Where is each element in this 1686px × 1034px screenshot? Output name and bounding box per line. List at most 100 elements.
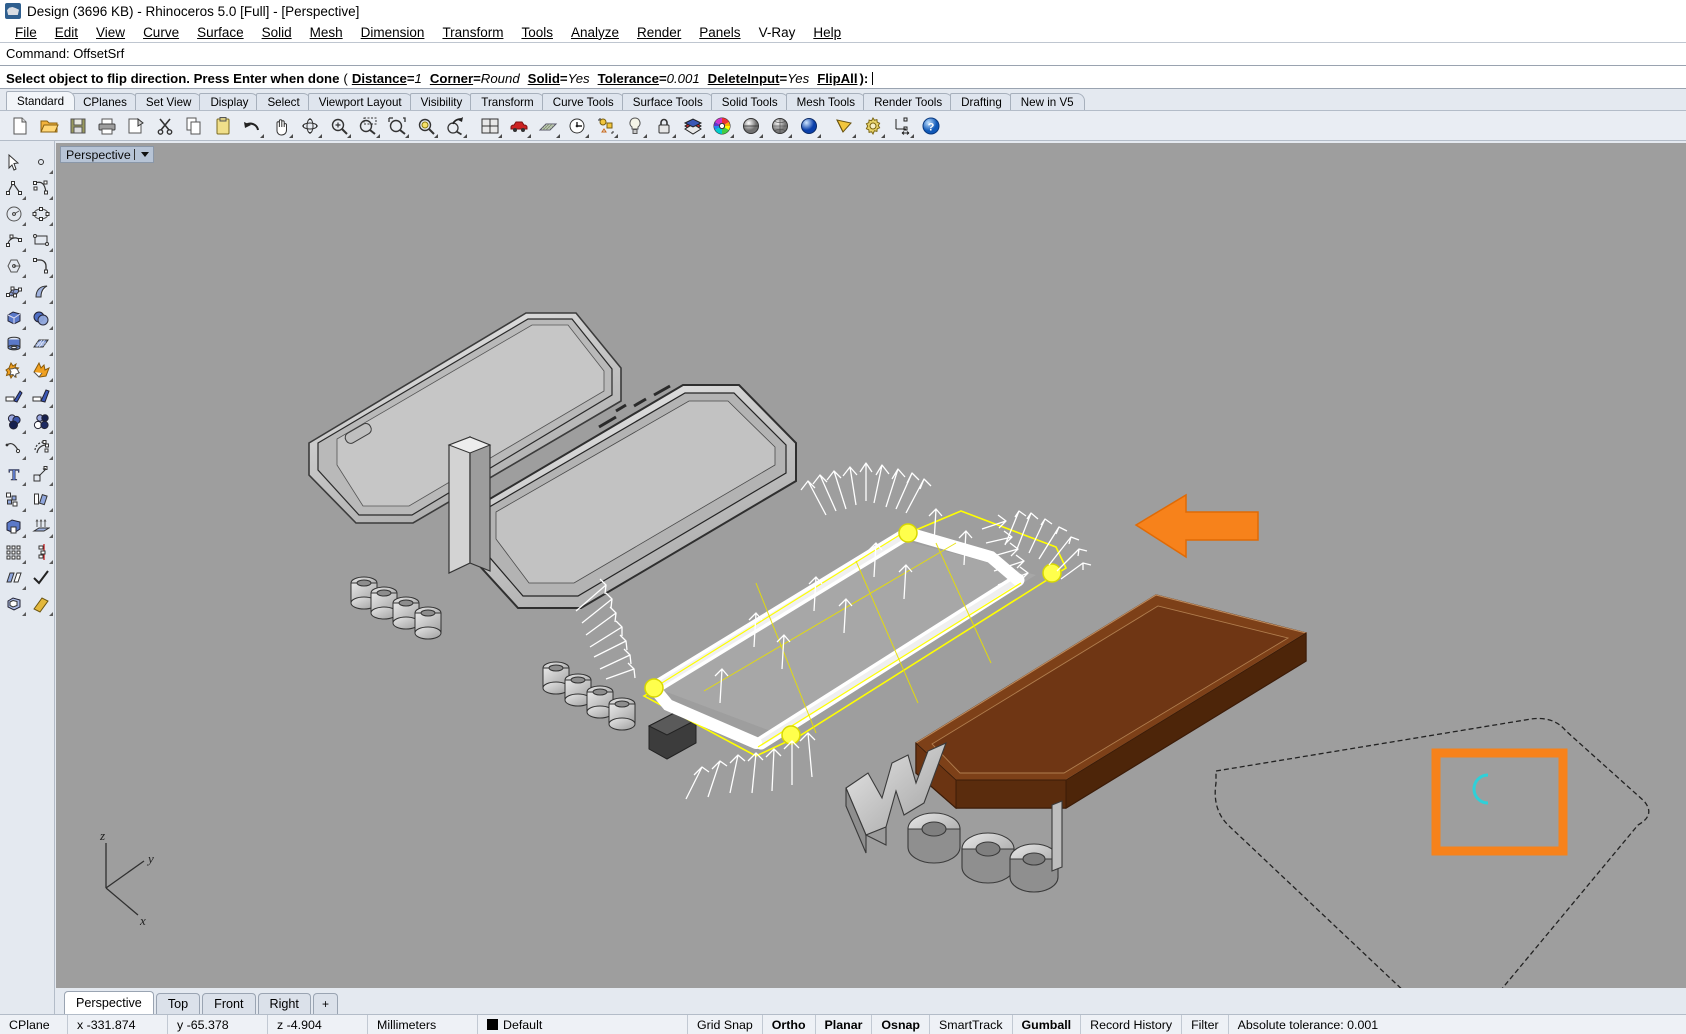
- rectangular-array-icon[interactable]: [0, 539, 27, 565]
- zoom-selected-icon[interactable]: [412, 113, 440, 139]
- status-toggle-filter[interactable]: Filter: [1182, 1014, 1229, 1034]
- perspective-viewport[interactable]: Perspective z y x: [56, 143, 1686, 988]
- trim-icon[interactable]: [0, 383, 27, 409]
- new-file-icon[interactable]: [6, 113, 34, 139]
- menu-dimension[interactable]: Dimension: [352, 24, 434, 41]
- color-wheel-icon[interactable]: [708, 113, 736, 139]
- polyline-icon[interactable]: [0, 175, 27, 201]
- sphere-gray-icon[interactable]: [737, 113, 765, 139]
- copy-pages-icon[interactable]: [180, 113, 208, 139]
- dimension-icon[interactable]: [888, 113, 916, 139]
- light-bulb-icon[interactable]: [621, 113, 649, 139]
- toolbar-tab-render-tools[interactable]: Render Tools: [863, 93, 954, 110]
- menu-view[interactable]: View: [87, 24, 134, 41]
- polygon-icon[interactable]: [0, 253, 27, 279]
- chevron-down-icon[interactable]: [140, 152, 149, 157]
- option-corner[interactable]: Corner=Round: [430, 71, 520, 86]
- toolbar-tab-visibility[interactable]: Visibility: [409, 93, 474, 110]
- status-layer[interactable]: Default: [478, 1014, 688, 1034]
- mesh-plane-icon[interactable]: [27, 331, 54, 357]
- toolbar-tab-set-view[interactable]: Set View: [134, 93, 203, 110]
- flow-along-surface-icon[interactable]: [0, 565, 27, 591]
- status-toggle-planar[interactable]: Planar: [816, 1014, 873, 1034]
- scissors-cut-icon[interactable]: [151, 113, 179, 139]
- option-deleteinput[interactable]: DeleteInput=Yes: [708, 71, 810, 86]
- zoom-extents-icon[interactable]: [383, 113, 411, 139]
- gear-options-icon[interactable]: [859, 113, 887, 139]
- fillet-curve-icon[interactable]: [27, 435, 54, 461]
- status-toggle-gumball[interactable]: Gumball: [1013, 1014, 1082, 1034]
- toolbar-tab-surface-tools[interactable]: Surface Tools: [621, 93, 714, 110]
- menu-tools[interactable]: Tools: [512, 24, 562, 41]
- status-units[interactable]: Millimeters: [368, 1014, 478, 1034]
- printer-icon[interactable]: [93, 113, 121, 139]
- scale-icon[interactable]: [27, 461, 54, 487]
- menu-solid[interactable]: Solid: [253, 24, 301, 41]
- cylinder-solid-icon[interactable]: [0, 331, 27, 357]
- undo-arrow-icon[interactable]: [238, 113, 266, 139]
- menu-analyze[interactable]: Analyze: [562, 24, 628, 41]
- red-car-icon[interactable]: [505, 113, 533, 139]
- menu-surface[interactable]: Surface: [188, 24, 253, 41]
- status-cplane[interactable]: CPlane: [0, 1014, 68, 1034]
- status-toggle-ortho[interactable]: Ortho: [763, 1014, 816, 1034]
- menu-transform[interactable]: Transform: [433, 24, 512, 41]
- menu-vray[interactable]: V-Ray: [750, 24, 805, 41]
- sphere-solid-icon[interactable]: [27, 305, 54, 331]
- toolbar-tab-transform[interactable]: Transform: [470, 93, 545, 110]
- toolbar-tab-select[interactable]: Select: [256, 93, 311, 110]
- zoom-dynamic-icon[interactable]: [441, 113, 469, 139]
- pan-hand-icon[interactable]: [267, 113, 295, 139]
- shell-solid-icon[interactable]: [0, 591, 27, 617]
- layers-icon[interactable]: [679, 113, 707, 139]
- toolbar-tab-drafting[interactable]: Drafting: [950, 93, 1013, 110]
- checkmark-ok-icon[interactable]: [27, 565, 54, 591]
- sphere-mesh-icon[interactable]: [766, 113, 794, 139]
- boolean-union-icon[interactable]: [0, 357, 27, 383]
- box-solid-icon[interactable]: [0, 305, 27, 331]
- viewport-label-perspective[interactable]: Perspective: [60, 146, 154, 163]
- open-folder-icon[interactable]: [35, 113, 63, 139]
- option-flipall[interactable]: FlipAll: [817, 71, 857, 86]
- toolbar-tab-display[interactable]: Display: [199, 93, 260, 110]
- wedge-icon[interactable]: [27, 591, 54, 617]
- explode-icon[interactable]: [27, 357, 54, 383]
- offset-curve-icon[interactable]: [0, 435, 27, 461]
- viewport-tab-right[interactable]: Right: [257, 993, 311, 1014]
- menu-panels[interactable]: Panels: [690, 24, 749, 41]
- ellipse-icon[interactable]: [27, 201, 54, 227]
- viewport-tab-perspective[interactable]: Perspective: [64, 991, 154, 1014]
- viewport-tab-top[interactable]: Top: [155, 993, 201, 1014]
- four-viewport-layout-icon[interactable]: [476, 113, 504, 139]
- toolbar-tab-solid-tools[interactable]: Solid Tools: [710, 93, 789, 110]
- status-toggle-grid-snap[interactable]: Grid Snap: [688, 1014, 763, 1034]
- boolean-difference-icon[interactable]: [27, 409, 54, 435]
- status-toggle-record-history[interactable]: Record History: [1081, 1014, 1183, 1034]
- help-question-icon[interactable]: ?: [917, 113, 945, 139]
- menu-help[interactable]: Help: [804, 24, 850, 41]
- object-properties-icon[interactable]: [592, 113, 620, 139]
- grid-plane-icon[interactable]: [534, 113, 562, 139]
- control-point-curve-icon[interactable]: [27, 175, 54, 201]
- yellow-cone-icon[interactable]: [830, 113, 858, 139]
- status-toggle-smarttrack[interactable]: SmartTrack: [930, 1014, 1013, 1034]
- status-toggle-osnap[interactable]: Osnap: [872, 1014, 930, 1034]
- cap-planar-holes-icon[interactable]: [0, 513, 27, 539]
- option-tolerance[interactable]: Tolerance=0.001: [598, 71, 700, 86]
- viewport-tab-add[interactable]: +: [312, 993, 338, 1014]
- surface-control-points-icon[interactable]: [0, 279, 27, 305]
- menu-file[interactable]: File: [6, 24, 46, 41]
- toolbar-tab-curve-tools[interactable]: Curve Tools: [541, 93, 625, 110]
- option-solid[interactable]: Solid=Yes: [528, 71, 590, 86]
- zoom-window-icon[interactable]: [354, 113, 382, 139]
- arc-icon[interactable]: [0, 227, 27, 253]
- move-object-icon[interactable]: [27, 487, 54, 513]
- menu-edit[interactable]: Edit: [46, 24, 87, 41]
- option-distance[interactable]: Distance=1: [352, 71, 422, 86]
- toolbar-tab-mesh-tools[interactable]: Mesh Tools: [785, 93, 867, 110]
- viewport-tab-front[interactable]: Front: [202, 993, 256, 1014]
- rotate-view-icon[interactable]: [296, 113, 324, 139]
- text-object-icon[interactable]: T: [0, 461, 27, 487]
- command-history[interactable]: Command: OffsetSrf: [0, 42, 1686, 65]
- array-along-curve-icon[interactable]: [27, 539, 54, 565]
